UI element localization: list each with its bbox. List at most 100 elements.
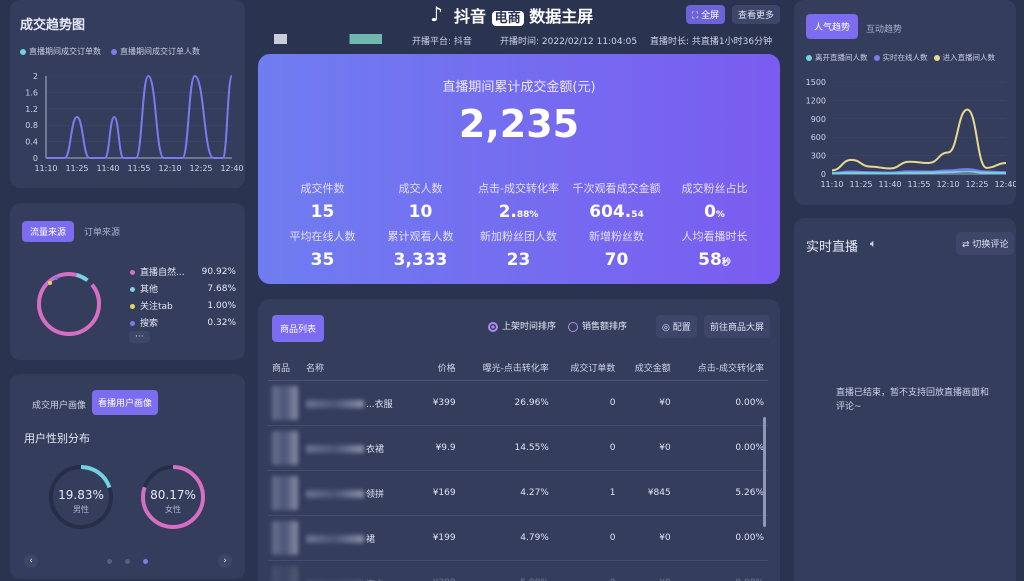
table-scrollbar[interactable] <box>763 417 766 527</box>
stat-value: 10 <box>408 202 433 222</box>
y-tick-label: 900 <box>811 115 826 124</box>
table-header-cell: 商品 <box>268 355 302 381</box>
product-amount: ¥0 <box>619 380 675 426</box>
x-tick-label: 12:25 <box>965 180 988 189</box>
x-tick-label: 11:55 <box>127 164 150 173</box>
product-name-blur <box>306 490 364 498</box>
table-header-cell: 曝光-点击转化率 <box>459 355 553 381</box>
stat-value: 70 <box>604 250 629 270</box>
y-tick-label: 600 <box>811 133 826 142</box>
title-badge: 电商 <box>491 11 524 26</box>
tiktok-logo-icon: ♪ <box>430 2 443 26</box>
fullscreen-button[interactable]: ⛶ 全屏 <box>686 5 726 24</box>
live-ended-message: 直播已结束，暂不支持回放直播画面和评论~ <box>836 388 990 412</box>
y-tick-label: 1500 <box>806 78 826 87</box>
switch-icon: ⇄ <box>962 240 970 250</box>
product-orders: 0 <box>552 380 620 426</box>
female-pct: 80.17% <box>150 488 196 502</box>
config-button[interactable]: ◎ 配置 <box>656 315 697 338</box>
x-tick-label: 11:10 <box>34 164 57 173</box>
y-tick-label: 1.6 <box>25 88 38 97</box>
traffic-dot <box>130 304 135 309</box>
tab-popularity[interactable]: 人气趋势 <box>806 14 859 39</box>
sort-by-sales-radio[interactable]: 销售额排序 <box>568 319 627 332</box>
table-row[interactable]: 领拼 ¥169 4.27% 1 ¥845 5.26% <box>268 470 768 516</box>
table-row[interactable]: 裙 ¥199 4.79% 0 ¥0 0.00% <box>268 515 768 561</box>
live-title: 实时直播 <box>806 240 859 255</box>
stat-value: 604.54 <box>589 202 644 222</box>
view-more-button[interactable]: 查看更多 <box>732 5 781 24</box>
y-tick-label: 0.8 <box>25 121 38 130</box>
header: ♪ 抖音 电商 数据主屏 ⛶ 全屏 查看更多 开播平台: 抖音 开播时间: 20… <box>258 0 786 50</box>
products-panel: 商品列表 上架时间排序 销售额排序 ◎ 配置 前往商品大屏 商品 名称 价格 曝光-点… <box>258 299 780 581</box>
hero-stat: 千次观看成交金额 604.54 <box>564 180 669 222</box>
audience-panel: 成交用户画像 看播用户画像 用户性别分布 19.83% 男性 80.17% 女性… <box>10 374 245 579</box>
tab-order-source[interactable]: 订单来源 <box>76 221 128 242</box>
female-label: 女性 <box>165 505 181 514</box>
stat-value: 0% <box>704 202 725 222</box>
hero-stat: 点击-成交转化率 2.88% <box>466 180 571 222</box>
speaker-icon[interactable]: 🔈︎ <box>870 237 877 251</box>
traffic-item: 直播自然... 90.92% <box>130 263 236 280</box>
table-row[interactable]: 连衣¥2995.00%0¥00.00% <box>268 560 768 581</box>
product-ctr: 26.96% <box>459 380 553 426</box>
prev-arrow-icon[interactable]: ‹ <box>24 554 38 568</box>
traffic-list: 直播自然... 90.92% 其他 7.68% 关注tab 1.00% 搜索 0.32% <box>130 263 236 331</box>
table-header-cell: 价格 <box>420 355 460 381</box>
tab-traffic-source[interactable]: 流量来源 <box>22 221 75 242</box>
x-tick-label: 11:55 <box>907 180 930 189</box>
series-line <box>46 74 233 159</box>
next-arrow-icon[interactable]: › <box>218 554 232 568</box>
sort-by-time-radio[interactable]: 上架时间排序 <box>488 319 556 332</box>
stat-label: 点击-成交转化率 <box>478 182 559 195</box>
hero-value: 2,235 <box>458 102 580 146</box>
more-button[interactable]: ··· <box>129 331 150 343</box>
stat-value: 15 <box>310 202 335 222</box>
product-price: ¥9.9 <box>420 425 460 471</box>
product-amount: ¥0 <box>619 515 675 561</box>
product-table-wrap: 商品 名称 价格 曝光-点击转化率 成交订单数 成交金额 点击-成交转化率 ...衣服 ¥39… <box>268 355 768 581</box>
male-label: 男性 <box>73 505 89 514</box>
tab-product-list[interactable]: 商品列表 <box>272 315 325 342</box>
legend-enter: 进入直播间人数 <box>933 52 995 63</box>
traffic-panel: 流量来源 订单来源 直播自然... 90.92% 其他 7.68% 关注tab 1.00%… <box>10 203 245 360</box>
tab-interaction[interactable]: 互动趋势 <box>858 18 910 39</box>
pager-dot-active[interactable] <box>143 559 148 564</box>
pager-dot[interactable] <box>107 559 112 564</box>
tab-viewer-profile[interactable]: 看播用户画像 <box>92 390 159 415</box>
platform-text: 开播平台: 抖音 <box>412 37 472 47</box>
product-ctr: 5.00% <box>459 560 553 581</box>
y-tick-label: 300 <box>811 152 826 161</box>
hero-stat: 成交件数 15 <box>270 180 375 222</box>
y-tick-label: 2 <box>33 72 38 81</box>
stat-value: 58秒 <box>698 250 731 270</box>
pager-dot[interactable] <box>125 559 130 564</box>
product-cvr: 0.00% <box>674 560 768 581</box>
table-row[interactable]: 衣裙 ¥9.9 14.55% 0 ¥0 0.00% <box>268 425 768 471</box>
male-pct: 19.83% <box>58 488 104 502</box>
goto-product-screen-button[interactable]: 前往商品大屏 <box>704 315 771 338</box>
tab-buyer-profile[interactable]: 成交用户画像 <box>24 394 94 415</box>
product-name: 裙 <box>366 534 376 545</box>
product-orders: 0 <box>552 425 620 471</box>
start-time-text: 开播时间: 2022/02/12 11:04:05 <box>500 37 638 47</box>
product-cvr: 0.00% <box>674 515 768 561</box>
product-price: ¥399 <box>420 380 460 426</box>
product-amount: ¥0 <box>619 560 675 581</box>
stat-label: 新增粉丝数 <box>589 230 644 243</box>
hero-stat: 人均看播时长 58秒 <box>662 228 767 270</box>
stat-label: 累计观看人数 <box>387 230 454 243</box>
live-panel: 实时直播 🔈︎ ⇄ 切换评论 直播已结束，暂不支持回放直播画面和评论~ <box>794 218 1016 581</box>
table-row[interactable]: ...衣服 ¥399 26.96% 0 ¥0 0.00% <box>268 380 768 426</box>
product-ctr: 14.55% <box>459 425 553 471</box>
traffic-item: 搜索 0.32% <box>130 314 236 331</box>
x-tick-label: 12:40 <box>220 164 243 173</box>
stat-label: 人均看播时长 <box>681 230 748 243</box>
switch-comments-button[interactable]: ⇄ 切换评论 <box>956 232 1015 255</box>
trend-legend-orders: 直播期间成交订单数 <box>20 46 101 57</box>
trend-legend: 直播期间成交订单数 直播期间成交订单人数 <box>20 46 200 57</box>
gender-title: 用户性别分布 <box>24 432 90 445</box>
product-price: ¥169 <box>420 470 460 516</box>
popularity-legend: 离开直播间人数 实时在线人数 进入直播间人数 <box>806 52 995 63</box>
product-price: ¥199 <box>420 515 460 561</box>
